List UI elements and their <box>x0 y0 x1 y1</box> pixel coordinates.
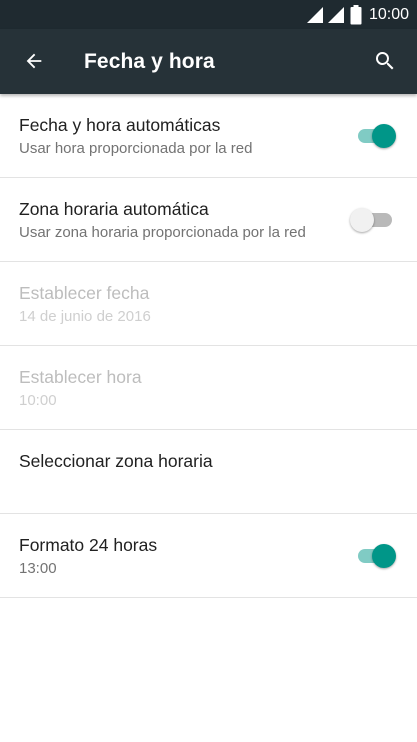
status-icons: 10:00 <box>306 0 409 29</box>
setting-title: Formato 24 horas <box>19 535 158 555</box>
status-time: 10:00 <box>368 5 409 23</box>
setting-subtitle: 14 de junio de 2016 <box>19 308 151 325</box>
status-bar: 10:00 <box>0 0 417 29</box>
setting-title: Seleccionar zona horaria <box>19 451 213 471</box>
setting-set-date: Establecer fecha 14 de junio de 2016 <box>0 262 417 346</box>
setting-set-time: Establecer hora 10:00 <box>0 346 417 430</box>
auto-date-time-switch[interactable] <box>355 124 396 148</box>
setting-auto-timezone[interactable]: Zona horaria automática Usar zona horari… <box>0 178 417 262</box>
switch-thumb <box>350 208 374 232</box>
setting-select-timezone[interactable]: Seleccionar zona horaria <box>0 430 417 514</box>
switch-thumb <box>372 544 396 568</box>
search-icon <box>376 52 394 70</box>
search-button[interactable] <box>363 39 407 83</box>
setting-title: Fecha y hora automáticas <box>19 115 221 135</box>
setting-subtitle: Usar zona horaria proporcionada por la r… <box>19 224 306 241</box>
setting-title: Zona horaria automática <box>19 199 209 219</box>
back-button[interactable] <box>12 39 56 83</box>
24-hour-format-switch[interactable] <box>355 544 396 568</box>
app-bar: Fecha y hora <box>0 29 417 94</box>
setting-title: Establecer fecha <box>19 283 150 303</box>
setting-auto-date-time[interactable]: Fecha y hora automáticas Usar hora propo… <box>0 94 417 178</box>
signal-icon <box>327 6 344 23</box>
setting-24-hour-format[interactable]: Formato 24 horas 13:00 <box>0 514 417 598</box>
battery-icon <box>350 4 362 24</box>
auto-timezone-switch[interactable] <box>350 208 395 232</box>
setting-subtitle: 13:00 <box>19 560 57 577</box>
setting-subtitle: 10:00 <box>19 392 57 409</box>
page-title: Fecha y hora <box>84 50 215 73</box>
settings-list: Fecha y hora automáticas Usar hora propo… <box>0 94 417 598</box>
setting-title: Establecer hora <box>19 367 142 387</box>
signal-icon <box>306 6 323 23</box>
arrow-back-icon <box>26 53 42 69</box>
setting-subtitle: Usar hora proporcionada por la red <box>19 140 253 157</box>
switch-thumb <box>372 124 396 148</box>
